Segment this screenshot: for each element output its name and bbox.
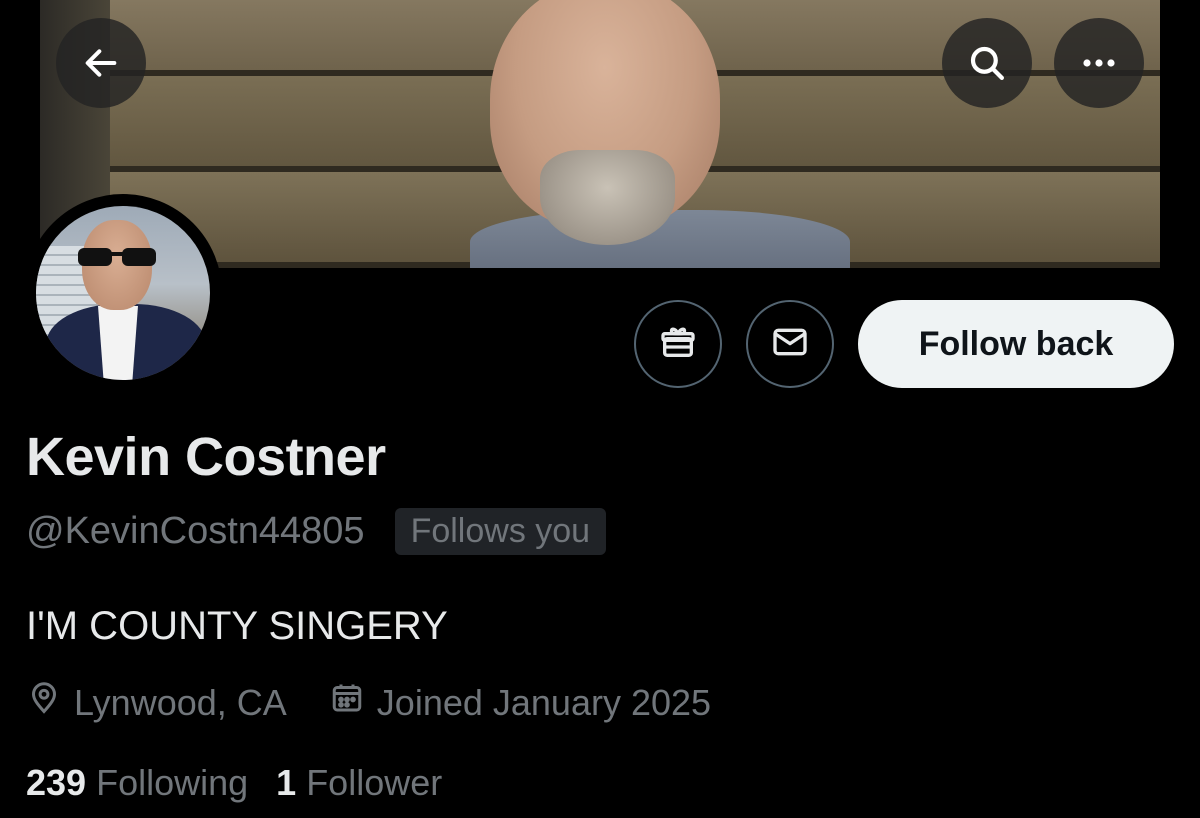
search-button[interactable] (942, 18, 1032, 108)
avatar-photo (36, 206, 210, 380)
gift-icon (658, 322, 698, 367)
followers-count: 1 (276, 762, 297, 803)
follow-stats: 239 Following 1 Follower (26, 762, 442, 804)
profile-avatar[interactable] (24, 194, 222, 392)
follow-back-button[interactable]: Follow back (858, 300, 1174, 388)
profile-page: Follow back Kevin Costner @KevinCostn448… (0, 0, 1200, 818)
location-item: Lynwood, CA (26, 680, 287, 725)
joined-date-text: Joined January 2025 (376, 681, 712, 723)
follow-back-label: Follow back (918, 324, 1114, 363)
following-link[interactable]: 239 Following (26, 762, 248, 804)
banner-beard (540, 150, 675, 245)
message-button[interactable] (746, 300, 834, 388)
followers-label: Follower (306, 762, 443, 803)
display-name: Kevin Costner (26, 427, 386, 487)
handle-row: @KevinCostn44805 Follows you (26, 508, 607, 555)
search-icon (966, 42, 1008, 84)
mail-icon (770, 322, 810, 367)
more-options-button[interactable] (1054, 18, 1144, 108)
more-horizontal-icon (1079, 57, 1119, 69)
calendar-icon (329, 680, 377, 725)
avatar-shirt (98, 306, 138, 380)
joined-item: Joined January 2025 (329, 680, 711, 725)
following-count: 239 (26, 762, 87, 803)
back-button[interactable] (56, 18, 146, 108)
arrow-left-icon (81, 43, 121, 83)
banner-person (450, 0, 850, 268)
user-handle: @KevinCostn44805 (26, 510, 365, 552)
avatar-sunglasses (78, 248, 156, 266)
profile-bio: I'M COUNTY SINGERY (26, 604, 448, 648)
location-text: Lynwood, CA (74, 681, 287, 723)
gift-button[interactable] (634, 300, 722, 388)
follows-you-badge: Follows you (394, 508, 607, 555)
followers-link[interactable]: 1 Follower (276, 762, 442, 804)
following-label: Following (96, 762, 249, 803)
location-pin-icon (26, 680, 74, 725)
profile-meta: Lynwood, CA Joined January 2025 (26, 680, 711, 725)
